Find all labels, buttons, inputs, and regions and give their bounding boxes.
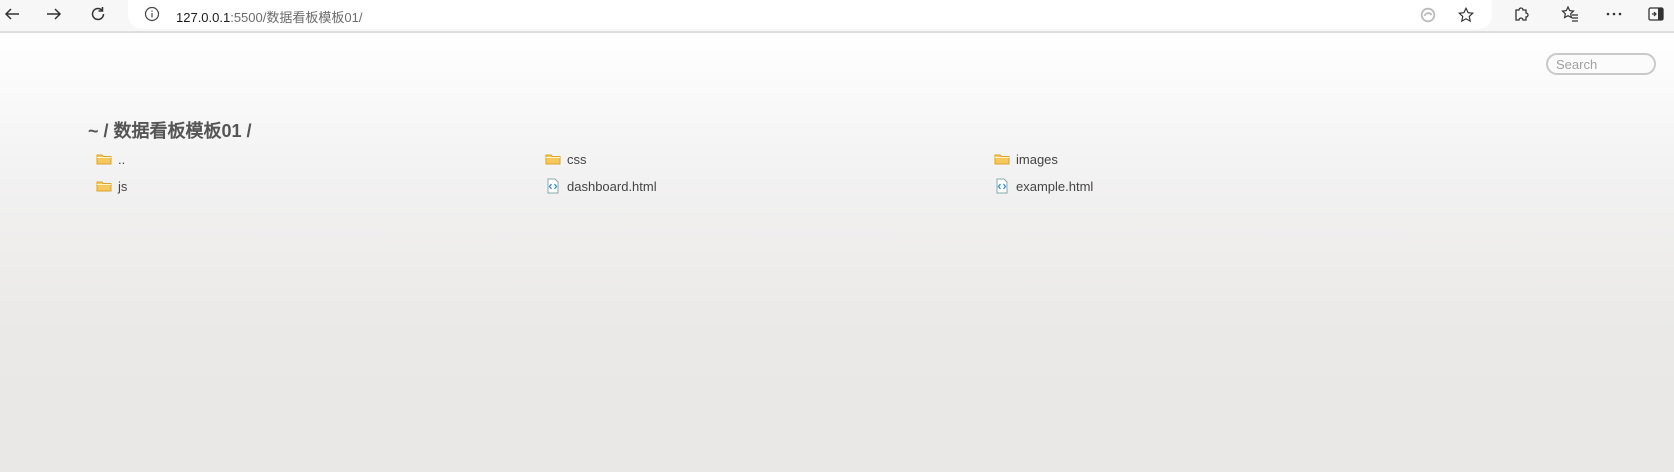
browser-toolbar: 127.0.0.1:5500/数据看板模板01/ — [0, 0, 1674, 31]
item-name: dashboard.html — [567, 178, 657, 194]
info-icon[interactable] — [144, 6, 160, 22]
forward-button[interactable] — [38, 0, 70, 28]
item-name: css — [567, 151, 587, 167]
list-item-example-html[interactable]: example.html — [994, 177, 1443, 195]
reload-button[interactable] — [82, 0, 114, 28]
url-path: :5500/数据看板模板01/ — [230, 10, 363, 25]
list-item-css[interactable]: css — [545, 150, 994, 168]
item-name: .. — [118, 151, 126, 167]
back-button[interactable] — [0, 0, 28, 28]
puzzle-icon — [1515, 7, 1529, 21]
forward-arrow-icon — [47, 8, 62, 20]
html-file-icon — [994, 178, 1010, 194]
directory-listing-page: ~ / 数据看板模板01 / .. css images js dashboar… — [0, 31, 1674, 472]
folder-icon — [545, 151, 561, 167]
list-item-images[interactable]: images — [994, 150, 1443, 168]
item-name: example.html — [1016, 178, 1094, 194]
list-item-js[interactable]: js — [96, 177, 545, 195]
favorite-button[interactable] — [1456, 5, 1476, 25]
url-host: 127.0.0.1 — [176, 10, 231, 25]
sidebar-icon — [1648, 7, 1664, 21]
list-item-dashboard-html[interactable]: dashboard.html — [545, 177, 994, 195]
folder-icon — [96, 178, 112, 194]
folder-icon — [96, 151, 112, 167]
back-arrow-icon — [4, 8, 19, 20]
reload-icon — [91, 7, 105, 21]
favorites-icon — [1561, 5, 1578, 22]
file-list: .. css images js dashboard.html example.… — [96, 150, 1444, 195]
favorites-button[interactable] — [1554, 0, 1586, 28]
url-text[interactable]: 127.0.0.1:5500/数据看板模板01/ — [176, 7, 362, 26]
star-icon — [1457, 6, 1475, 23]
more-menu-button[interactable] — [1598, 0, 1630, 28]
item-name: images — [1016, 151, 1058, 167]
breadcrumb-link[interactable]: ~ / 数据看板模板01 / — [88, 121, 252, 141]
more-icon — [1606, 12, 1622, 16]
tracking-prevention-button[interactable] — [1418, 5, 1438, 25]
breadcrumb: ~ / 数据看板模板01 / — [88, 117, 252, 143]
html-file-icon — [545, 178, 561, 194]
tracking-prevention-icon — [1420, 7, 1436, 23]
extensions-button[interactable] — [1506, 0, 1538, 28]
item-name: js — [118, 178, 128, 194]
search-input[interactable] — [1546, 53, 1656, 75]
list-item-parent[interactable]: .. — [96, 150, 545, 168]
sidebar-button[interactable] — [1640, 0, 1672, 28]
folder-icon — [994, 151, 1010, 167]
address-bar[interactable]: 127.0.0.1:5500/数据看板模板01/ — [128, 0, 1492, 29]
